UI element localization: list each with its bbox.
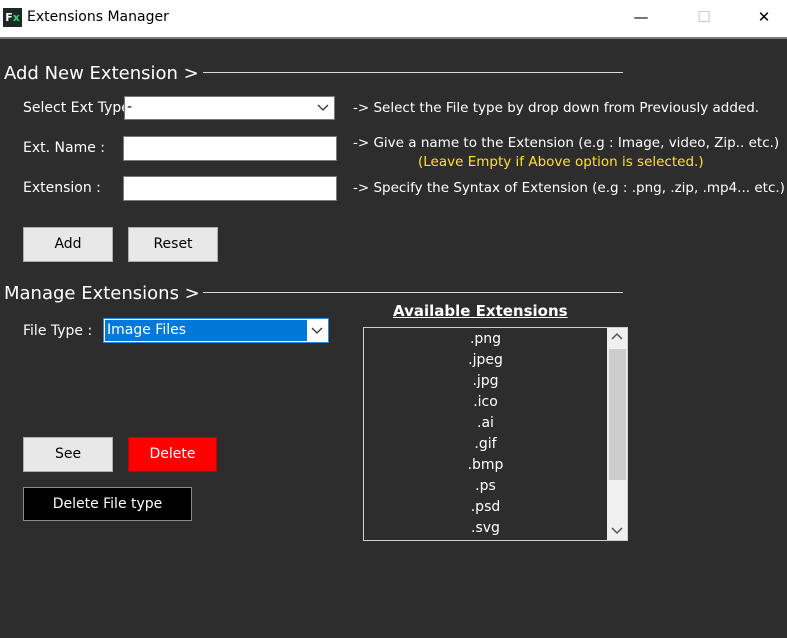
ext-type-hint: -> Select the File type by drop down fro… (353, 100, 760, 116)
list-item[interactable]: .ico (364, 392, 607, 413)
maximize-icon[interactable]: ☐ (681, 0, 727, 37)
extensions-listbox[interactable]: .png .jpeg .jpg .ico .ai .gif .bmp .ps .psd .svg (363, 327, 628, 541)
extension-hint: -> Specify the Syntax of Extension (e.g … (353, 180, 785, 196)
app-logo-icon: Fx (3, 8, 22, 27)
extensions-list: .png .jpeg .jpg .ico .ai .gif .bmp .ps .psd .svg (364, 329, 607, 539)
ext-type-dropdown[interactable]: - (124, 96, 335, 120)
reset-button[interactable]: Reset (128, 227, 218, 262)
ext-name-note: (Leave Empty if Above option is selected… (418, 154, 704, 170)
chevron-down-icon (317, 104, 329, 111)
minimize-icon[interactable]: — (618, 0, 664, 37)
list-item[interactable]: .jpeg (364, 350, 607, 371)
manage-section-divider (203, 292, 623, 293)
window-title: Extensions Manager (27, 9, 169, 25)
list-item[interactable]: .gif (364, 434, 607, 455)
delete-file-type-button[interactable]: Delete File type (23, 487, 192, 521)
list-item[interactable]: .ps (364, 476, 607, 497)
file-type-dropdown[interactable]: Image Files (103, 318, 329, 343)
available-extensions-title: Available Extensions (393, 302, 568, 320)
file-type-label: File Type : (23, 323, 93, 339)
scroll-down-icon[interactable] (611, 525, 623, 535)
see-button[interactable]: See (23, 437, 113, 472)
list-item[interactable]: .svg (364, 518, 607, 539)
list-scrollbar[interactable] (607, 328, 627, 540)
scrollbar-thumb[interactable] (609, 349, 626, 480)
select-ext-type-label: Select Ext Type (23, 100, 130, 116)
chevron-down-icon (311, 327, 323, 334)
title-bar-divider (0, 37, 787, 39)
file-type-dropdown-value: Image Files (107, 322, 187, 338)
close-icon[interactable]: ✕ (741, 0, 787, 37)
add-button[interactable]: Add (23, 227, 113, 262)
list-item[interactable]: .jpg (364, 371, 607, 392)
delete-button[interactable]: Delete (128, 437, 217, 472)
extension-field[interactable] (123, 176, 337, 201)
add-section-divider (203, 72, 623, 73)
list-item[interactable]: .png (364, 329, 607, 350)
ext-name-hint: -> Give a name to the Extension (e.g : I… (353, 135, 780, 151)
extension-label: Extension : (23, 180, 101, 196)
manage-extensions-heading: Manage Extensions > (4, 283, 200, 304)
list-item[interactable]: .bmp (364, 455, 607, 476)
add-extension-heading: Add New Extension > (4, 63, 199, 84)
ext-name-field[interactable] (123, 136, 337, 161)
ext-name-label: Ext. Name : (23, 140, 105, 156)
ext-type-dropdown-value: - (127, 99, 133, 115)
list-item[interactable]: .ai (364, 413, 607, 434)
list-item[interactable]: .psd (364, 497, 607, 518)
scroll-up-icon[interactable] (611, 332, 623, 342)
